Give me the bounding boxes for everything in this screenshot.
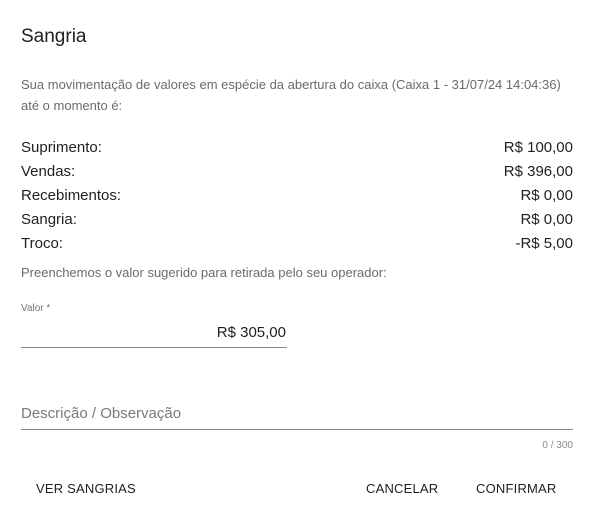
confirm-button[interactable]: CONFIRMAR [468, 474, 565, 502]
summary-label: Sangria: [21, 210, 77, 228]
summary-list: Suprimento: R$ 100,00 Vendas: R$ 396,00 … [21, 135, 573, 255]
summary-label: Recebimentos: [21, 186, 122, 204]
summary-value: R$ 0,00 [520, 186, 573, 204]
summary-value: -R$ 5,00 [515, 234, 573, 252]
summary-value: R$ 0,00 [520, 210, 573, 228]
dialog-title: Sangria [21, 26, 87, 47]
valor-label: Valor * [21, 303, 51, 314]
valor-input[interactable] [21, 318, 287, 348]
description-input[interactable] [21, 398, 573, 430]
summary-label: Suprimento: [21, 138, 102, 156]
summary-row-troco: Troco: -R$ 5,00 [21, 231, 573, 255]
summary-value: R$ 100,00 [503, 138, 573, 156]
suggestion-hint: Preenchemos o valor sugerido para retira… [21, 265, 387, 280]
summary-row-recebimentos: Recebimentos: R$ 0,00 [21, 183, 573, 207]
summary-row-suprimento: Suprimento: R$ 100,00 [21, 135, 573, 159]
summary-row-sangria: Sangria: R$ 0,00 [21, 207, 573, 231]
summary-value: R$ 396,00 [503, 162, 573, 180]
cancel-button[interactable]: CANCELAR [358, 474, 446, 502]
ver-sangrias-button[interactable]: VER SANGRIAS [28, 474, 144, 502]
sangria-dialog: Sangria Sua movimentação de valores em e… [0, 0, 595, 519]
summary-label: Vendas: [21, 162, 76, 180]
summary-label: Troco: [21, 234, 63, 252]
char-counter: 0 / 300 [542, 440, 573, 451]
intro-text: Sua movimentação de valores em espécie d… [21, 77, 561, 113]
summary-row-vendas: Vendas: R$ 396,00 [21, 159, 573, 183]
